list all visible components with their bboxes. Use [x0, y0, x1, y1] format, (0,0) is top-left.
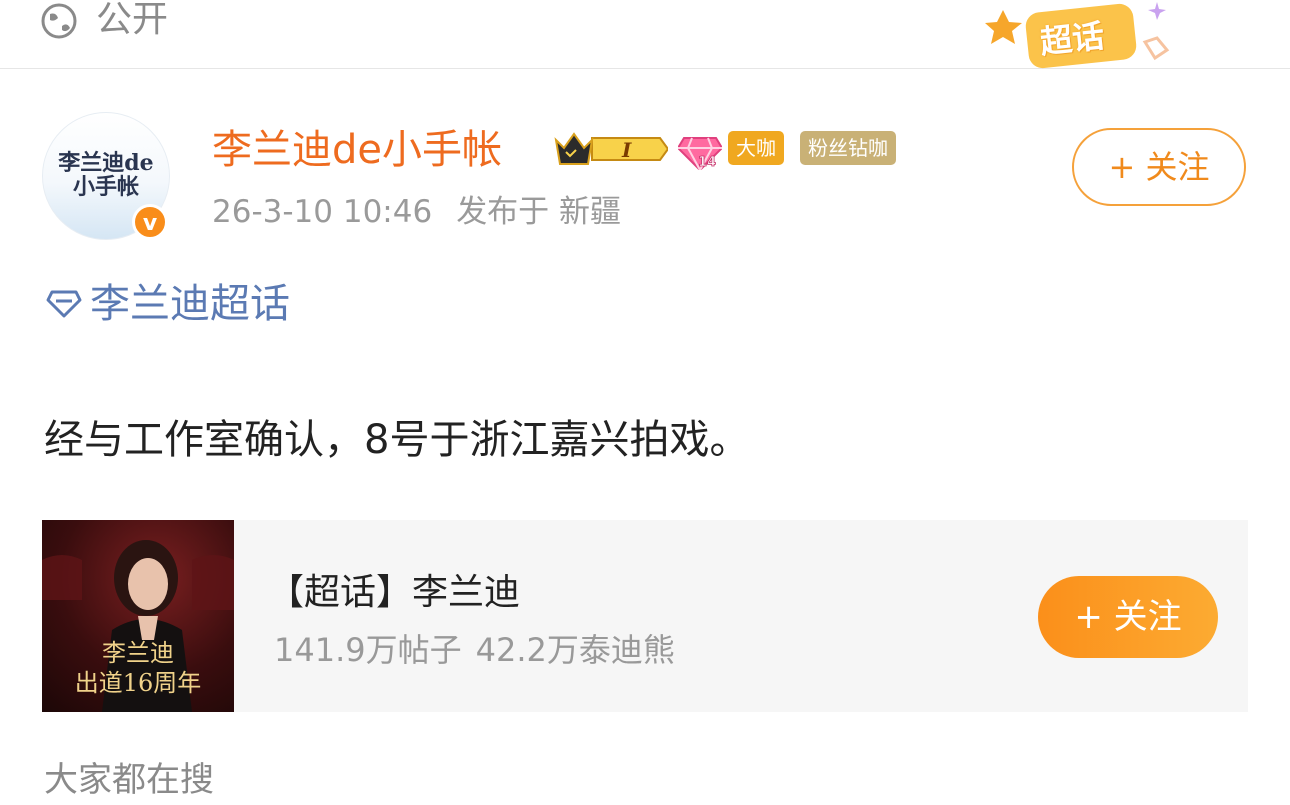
supertopic-title: 【超话】李兰迪 [268, 572, 521, 613]
cover-caption: 李兰迪 出道16周年 [42, 638, 234, 698]
diamond-level-badge-icon: 14 [678, 137, 722, 170]
visibility-label: 公开 [96, 0, 169, 40]
supertopic-banner-label: 超话 [1038, 16, 1107, 62]
topic-link[interactable]: 李兰迪超话 [46, 276, 290, 332]
post-meta: 26-3-10 10:46 发布于 新疆 [212, 190, 621, 234]
cover-caption-line2: 出道16周年 [74, 669, 202, 697]
author-name[interactable]: 李兰迪de小手帐 [212, 124, 502, 176]
avatar-text-line2: 小手帐 [72, 174, 139, 200]
post-time: 26-3-10 10:46 [212, 194, 433, 230]
post-location: 发布于 新疆 [456, 194, 622, 230]
follow-supertopic-button[interactable]: + 关注 [1038, 576, 1218, 658]
avatar-text: 李兰迪de 小手帐 [43, 151, 169, 199]
supertopic-stats: 141.9万帖子 42.2万泰迪熊 [274, 628, 675, 672]
follow-author-button[interactable]: + 关注 [1072, 128, 1246, 206]
diamond-level: 14 [698, 155, 716, 170]
globe-icon [41, 3, 77, 39]
crown-level: I [621, 138, 632, 162]
trending-section-title: 大家都在搜 [44, 760, 214, 800]
diamond-icon [46, 290, 82, 318]
level-tag: 大咖 [728, 131, 784, 165]
fan-count: 42.2万泰迪熊 [475, 631, 675, 669]
topic-label: 李兰迪超话 [90, 281, 290, 327]
cover-caption-line1: 李兰迪 [102, 639, 174, 667]
avatar-text-line1: 李兰迪de [58, 150, 154, 176]
supertopic-cover-image: 李兰迪 出道16周年 [42, 520, 234, 712]
top-bar: 公开 超话 [0, 0, 1290, 69]
post-text: 经与工作室确认，8号于浙江嘉兴拍戏。 [44, 417, 750, 463]
post-count: 141.9万帖子 [274, 631, 462, 669]
supertopic-card[interactable]: 李兰迪 出道16周年 【超话】李兰迪 141.9万帖子 42.2万泰迪熊 + 关注 [42, 520, 1248, 712]
fans-tag: 粉丝钻咖 [800, 131, 896, 165]
verified-badge-icon: v [132, 204, 168, 240]
crown-level-badge-icon: I [554, 132, 668, 165]
